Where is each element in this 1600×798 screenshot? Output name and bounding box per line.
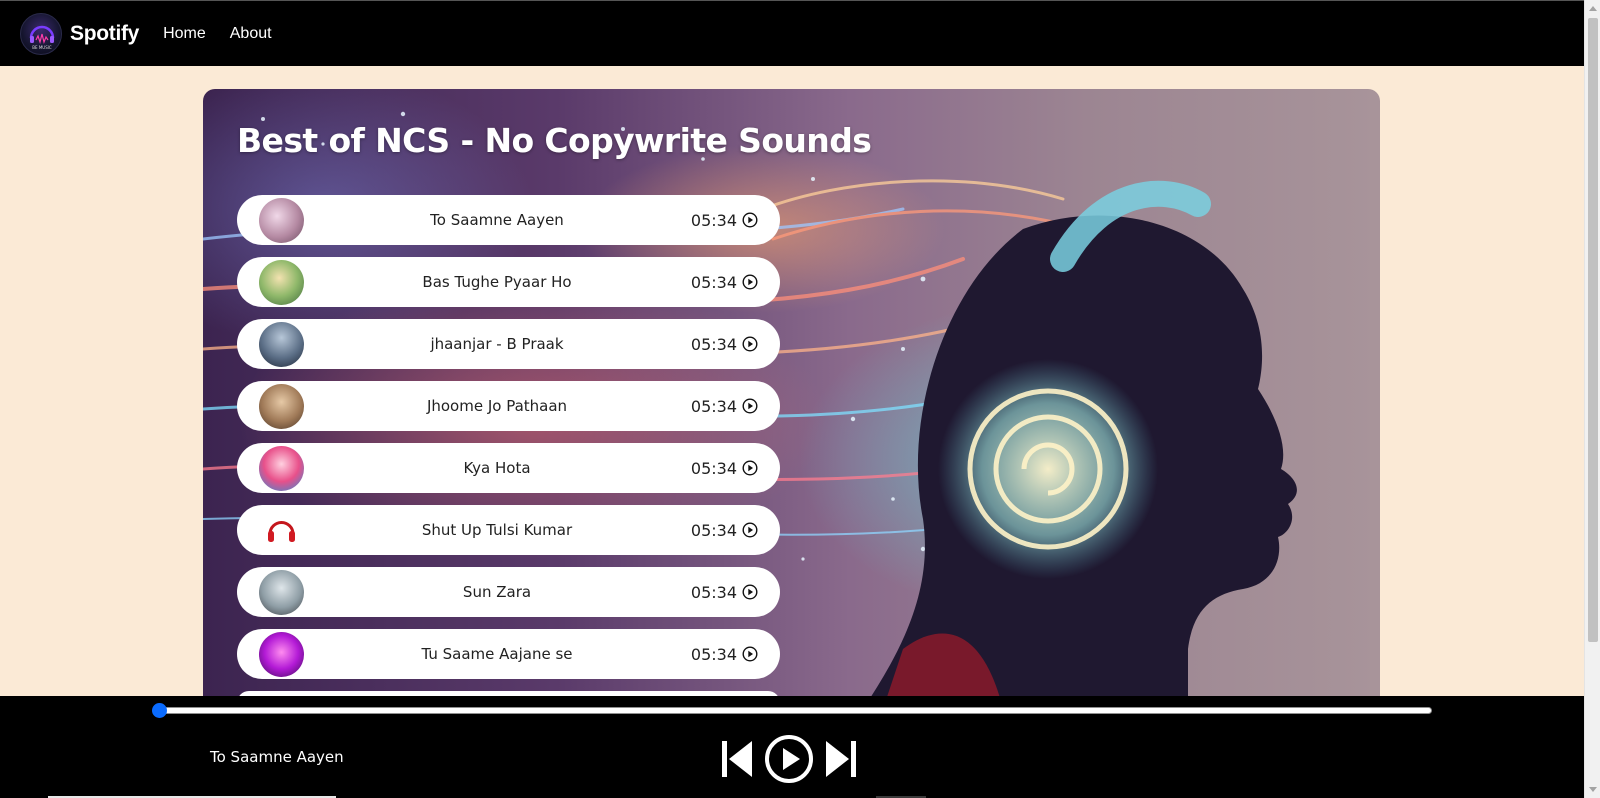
now-playing-title: To Saamne Aayen: [210, 748, 344, 766]
song-item[interactable]: Tu Saame Aajane se 05:34: [237, 629, 780, 679]
song-duration: 05:34: [690, 272, 737, 292]
song-item[interactable]: To Saamne Aayen 05:34: [237, 195, 780, 245]
play-circle-icon[interactable]: [742, 212, 758, 228]
song-cover-image: [259, 322, 304, 367]
song-item[interactable]: Shut Up Tulsi Kumar 05:34: [237, 505, 780, 555]
player-bar: To Saamne Aayen: [0, 696, 1584, 798]
song-list: To Saamne Aayen 05:34 Bas Tughe Pyaar Ho…: [237, 195, 780, 709]
song-duration: 05:34: [690, 582, 737, 602]
scroll-down-icon[interactable]: [1589, 787, 1597, 792]
song-duration: 05:34: [690, 644, 737, 664]
song-duration: 05:34: [690, 396, 737, 416]
song-cover-image: [259, 632, 304, 677]
play-circle-icon[interactable]: [742, 646, 758, 662]
play-circle-icon[interactable]: [742, 336, 758, 352]
song-name: Bas Tughe Pyaar Ho: [422, 273, 572, 291]
play-circle-icon[interactable]: [742, 398, 758, 414]
brand-logo-icon[interactable]: BE MUSIC: [20, 12, 62, 55]
playlist-title: Best of NCS - No Copywrite Sounds: [237, 121, 872, 160]
song-duration: 05:34: [690, 210, 737, 230]
song-name: jhaanjar - B Praak: [430, 335, 564, 353]
nav-link-about[interactable]: About: [230, 25, 272, 43]
song-cover-image: [259, 260, 304, 305]
play-circle-icon[interactable]: [742, 460, 758, 476]
progress-bar[interactable]: [158, 707, 1432, 714]
song-item[interactable]: jhaanjar - B Praak 05:34: [237, 319, 780, 369]
page-scrollbar[interactable]: [1584, 0, 1600, 798]
headphones-cover-icon: [259, 508, 304, 553]
song-item[interactable]: Bas Tughe Pyaar Ho 05:34: [237, 257, 780, 307]
song-name: Shut Up Tulsi Kumar: [421, 521, 573, 539]
song-duration: 05:34: [690, 334, 737, 354]
song-name: Sun Zara: [462, 583, 532, 601]
svg-text:BE MUSIC: BE MUSIC: [32, 45, 52, 50]
brand-name[interactable]: Spotify: [70, 22, 139, 46]
play-circle-icon[interactable]: [742, 584, 758, 600]
play-icon[interactable]: [764, 734, 814, 784]
song-duration: 05:34: [690, 458, 737, 478]
playlist-container: Best of NCS - No Copywrite Sounds To Saa…: [203, 89, 1380, 709]
song-name: Jhoome Jo Pathaan: [426, 397, 568, 415]
song-cover-image: [259, 384, 304, 429]
progress-handle[interactable]: [152, 703, 167, 718]
song-item[interactable]: Jhoome Jo Pathaan 05:34: [237, 381, 780, 431]
song-duration: 05:34: [690, 520, 737, 540]
nav-link-home[interactable]: Home: [163, 25, 206, 43]
song-name: To Saamne Aayen: [430, 211, 564, 229]
song-cover-image: [259, 198, 304, 243]
top-navbar: BE MUSIC Spotify Home About: [0, 0, 1584, 66]
song-name: Kya Hota: [463, 459, 531, 477]
previous-track-icon[interactable]: [720, 739, 754, 779]
scroll-thumb[interactable]: [1588, 18, 1598, 642]
song-item[interactable]: Sun Zara 05:34: [237, 567, 780, 617]
song-name: Tu Saame Aajane se: [421, 645, 573, 663]
scroll-up-icon[interactable]: [1589, 6, 1597, 11]
song-cover-image: [259, 446, 304, 491]
play-circle-icon[interactable]: [742, 274, 758, 290]
play-circle-icon[interactable]: [742, 522, 758, 538]
playback-controls: [720, 734, 858, 784]
song-item[interactable]: Kya Hota 05:34: [237, 443, 780, 493]
song-cover-image: [259, 570, 304, 615]
next-track-icon[interactable]: [824, 739, 858, 779]
